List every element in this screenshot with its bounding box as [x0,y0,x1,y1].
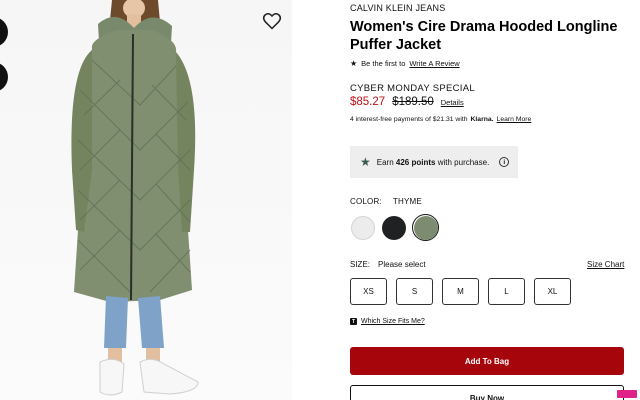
selected-color-name: THYME [392,197,422,206]
size-button-m[interactable]: M [442,278,479,305]
points-prefix: Earn [376,157,394,167]
size-fit-link[interactable]: Which Size Fits Me? [361,318,425,325]
color-swatch-black[interactable] [382,216,406,240]
size-selected-text: Please select [378,260,426,269]
size-button-l[interactable]: L [488,278,525,305]
size-chart-link[interactable]: Size Chart [587,260,624,269]
points-banner: ★ Earn 426 points with purchase. i [350,146,518,178]
review-row: ★ Be the first to Write A Review [350,59,460,68]
points-text: Earn 426 points with purchase. [377,158,490,167]
star-icon: ★ [350,59,358,68]
product-photo [71,0,199,396]
size-label-row: SIZE: Please select [350,260,426,269]
size-label: SIZE: [350,260,371,269]
color-swatch-thyme[interactable] [413,215,438,240]
points-suffix: with purchase. [437,157,490,167]
info-icon[interactable]: i [499,157,510,167]
sale-price: $85.27 [350,96,386,108]
promo-label: CYBER MONDAY SPECIAL [350,83,475,94]
color-label-row: COLOR: THYME [350,197,422,206]
size-button-s[interactable]: S [396,278,433,305]
heart-outline-icon[interactable] [262,11,282,31]
installments-text: 4 interest-free payments of $21.31 with [350,116,468,123]
product-image-area[interactable] [0,0,292,400]
ruler-icon: T [350,318,357,325]
product-title: Women's Cire Drama Hooded Longline Puffe… [350,19,618,53]
write-review-link[interactable]: Write A Review [409,59,459,68]
learn-more-link[interactable]: Learn More [497,116,532,123]
installments-row: 4 interest-free payments of $21.31 with … [350,116,531,123]
points-amount: 426 points [395,157,436,167]
buy-now-button[interactable]: Buy Now [350,385,624,400]
color-label: COLOR: [350,197,382,206]
size-button-xl[interactable]: XL [534,278,571,305]
price-row: $85.27 $189.50 Details [350,96,464,108]
review-prompt: Be the first to [361,59,406,68]
brand-name[interactable]: CALVIN KLEIN JEANS [350,3,445,13]
add-to-bag-button[interactable]: Add To Bag [350,347,624,375]
klarna-logo: Klarna. [470,116,494,123]
original-price: $189.50 [392,96,434,108]
star-icon: ★ [360,155,371,169]
color-swatch-white[interactable] [351,216,375,240]
price-details-link[interactable]: Details [441,98,464,107]
size-fit-row: T Which Size Fits Me? [350,318,425,325]
floating-badge[interactable] [617,390,637,398]
size-button-xs[interactable]: XS [350,278,387,305]
